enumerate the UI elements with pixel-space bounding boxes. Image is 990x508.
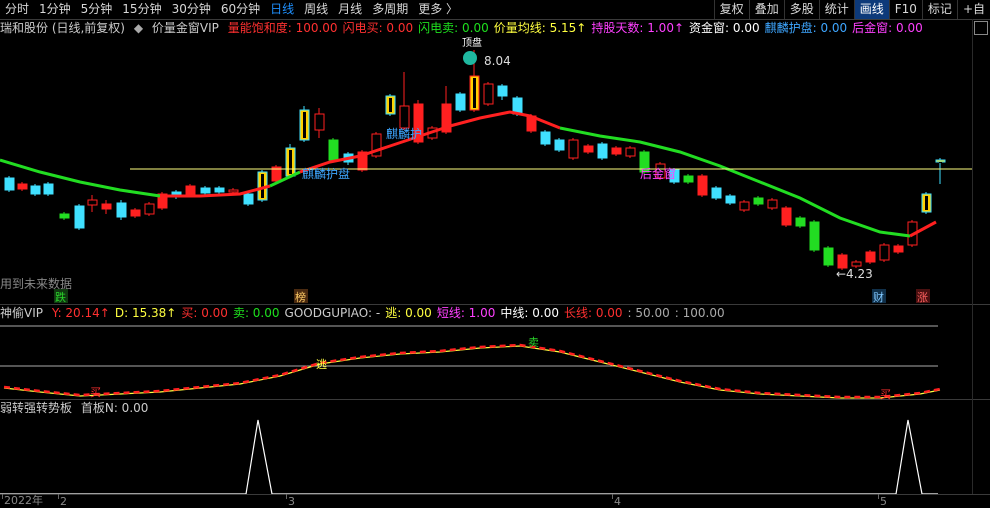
candle-body [43, 183, 54, 195]
candle-body [625, 147, 636, 157]
candle-body [59, 213, 70, 219]
qilin-annotation: 麒麟护盘 [302, 166, 350, 181]
pane2-y-line [3, 343, 941, 399]
candle-body [879, 244, 890, 261]
candle-body [767, 199, 778, 209]
candle-body [893, 245, 904, 253]
candle-body [568, 139, 579, 159]
candle-body [228, 189, 239, 193]
candle-body [87, 199, 98, 206]
candle-body [781, 207, 792, 226]
qilin-annotation: 麒麟护 [386, 126, 422, 141]
candle-body [455, 93, 466, 111]
candle-body [144, 203, 155, 215]
candle-body-inner [473, 78, 476, 108]
candle-body [497, 85, 508, 97]
ma-line-green [559, 126, 911, 238]
candle-body [823, 247, 834, 266]
candle-body [725, 195, 736, 204]
ma-line-red [299, 110, 561, 174]
right-axis-divider [972, 19, 973, 494]
candle-body [611, 147, 622, 155]
pane2-d-line [3, 345, 941, 399]
candle-body [116, 202, 127, 218]
candle-body [583, 145, 594, 153]
x-axis-tick [612, 494, 613, 499]
sell-signal: 卖 [528, 336, 539, 349]
candle-body [243, 193, 254, 205]
candle-body [697, 175, 708, 196]
houjin-annotation: 后金窗 [640, 166, 676, 181]
buy-signal: 买 [880, 388, 891, 401]
candle-body [399, 105, 410, 129]
board-signal-line [0, 419, 938, 495]
candle-body [711, 187, 722, 199]
candle-body [4, 177, 15, 191]
candle-body-inner [261, 174, 264, 198]
marker-text: 涨 [917, 291, 928, 304]
candle-body [851, 261, 862, 267]
candle-body [597, 143, 608, 159]
candle-body [865, 251, 876, 263]
candle-body [795, 217, 806, 227]
marker-text: 跌 [55, 290, 66, 304]
candle-body [314, 113, 325, 131]
candle-body [185, 185, 196, 196]
candle-body-inner [289, 150, 292, 174]
candle-body-inner [389, 98, 392, 112]
candle-body [483, 83, 494, 105]
x-axis-tick [2, 494, 3, 499]
candle-body [540, 131, 551, 145]
candle-body-inner [925, 196, 928, 210]
x-axis-label: 4 [614, 495, 621, 508]
candle-body [130, 209, 141, 217]
candle-body [683, 175, 694, 183]
x-axis-label: 5 [880, 495, 887, 508]
top-marker-icon [463, 51, 477, 65]
xaxis-divider [0, 494, 990, 495]
escape-signal: 逃 [316, 358, 327, 371]
candle-body [214, 187, 225, 193]
low-price-label: ←4.23 [836, 267, 873, 281]
candle-body [74, 205, 85, 229]
candle-body [753, 197, 764, 205]
x-axis-label: 2022年 [4, 494, 43, 507]
x-axis-tick [58, 494, 59, 499]
candle-body [30, 185, 41, 195]
x-axis-tick [878, 494, 879, 499]
candle-body-inner [939, 162, 942, 163]
marker-text: 榜 [295, 290, 306, 304]
candle-body [809, 221, 820, 251]
candle-body-inner [303, 112, 306, 138]
candle-body [739, 201, 750, 211]
candle-body [17, 183, 28, 190]
future-data-warning: 用到未来数据 [0, 276, 72, 291]
x-axis-tick [286, 494, 287, 499]
x-axis-label: 2 [60, 495, 67, 508]
buy-signal: 买 [90, 386, 101, 399]
candle-body [328, 139, 339, 161]
top-tag-text: 顶盘 [462, 36, 482, 49]
kline-chart[interactable]: 顶盘8.04 ←4.23 麒麟护麒麟护盘 后金窗用到未来数据跌 榜 财 涨逃 卖买 买 [0, 0, 990, 508]
candle-body [101, 203, 112, 210]
marker-text: 财 [873, 290, 884, 304]
ma-line-green [0, 158, 161, 198]
candle-body [554, 139, 565, 151]
x-axis-label: 3 [288, 495, 295, 508]
high-price-label: 8.04 [484, 54, 511, 68]
candle-body [200, 187, 211, 194]
candle-body [935, 159, 946, 163]
